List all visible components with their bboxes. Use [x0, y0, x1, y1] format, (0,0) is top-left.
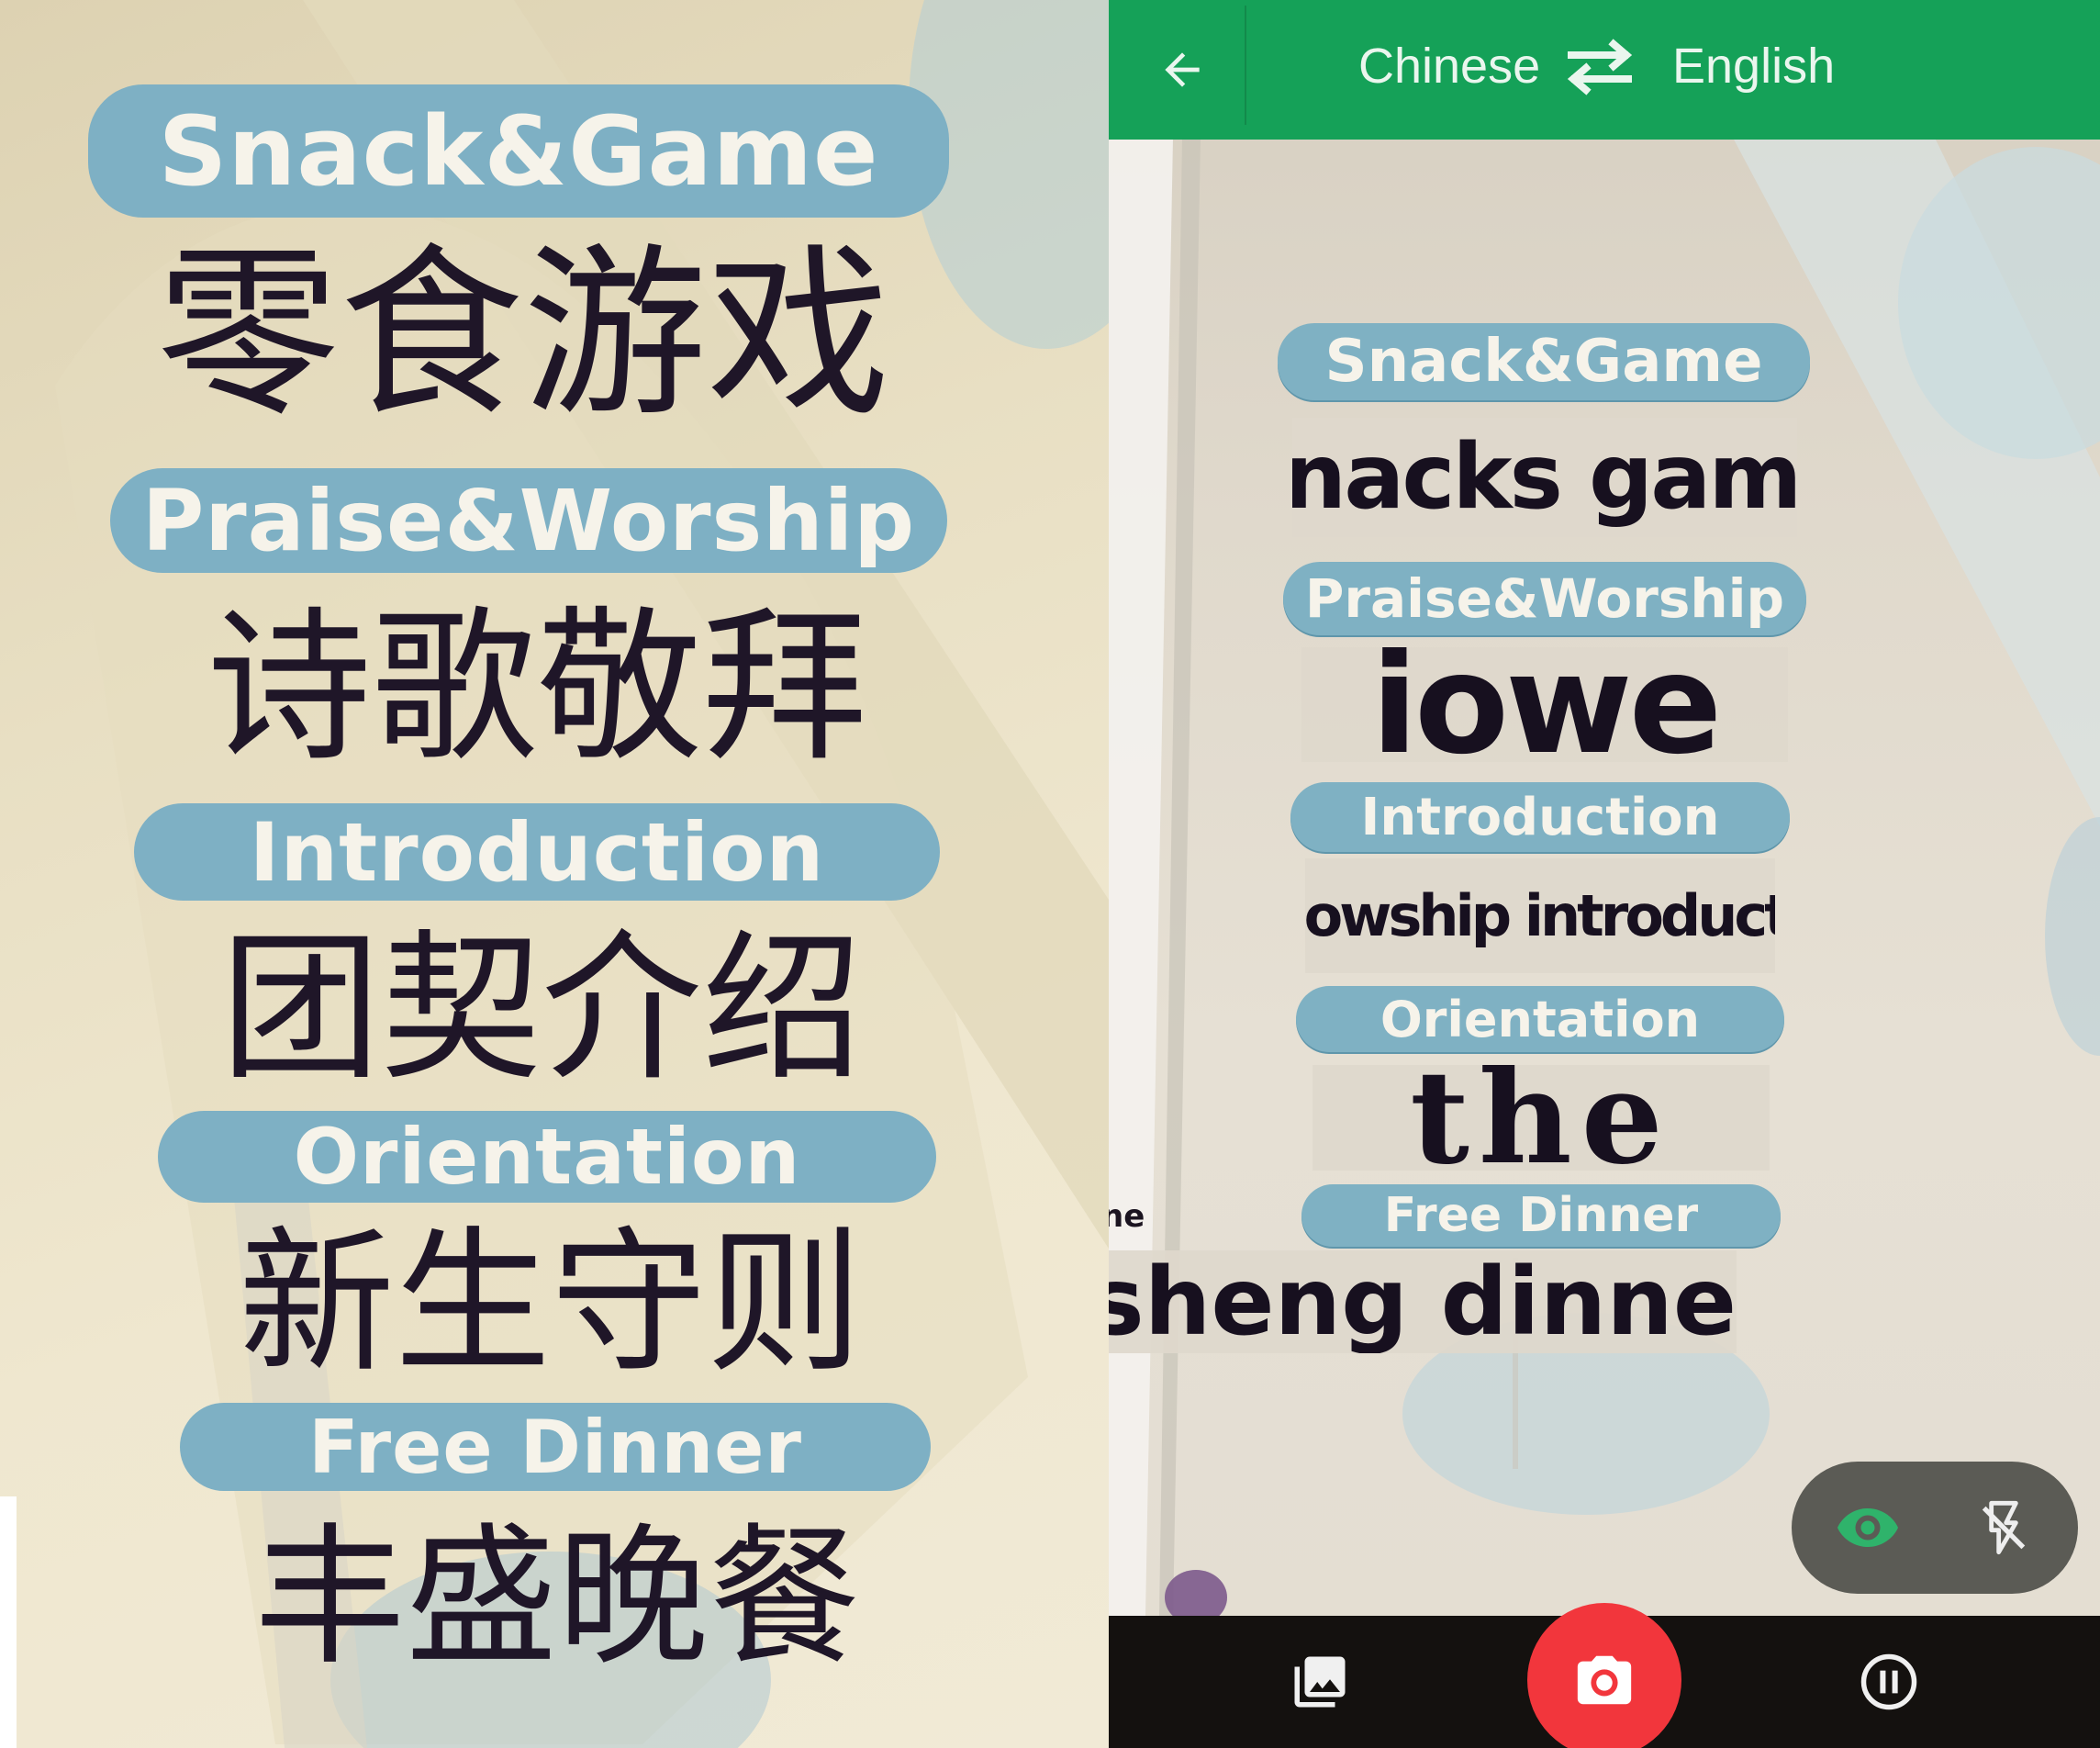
app-bar-divider: [1245, 6, 1246, 125]
overlay-controls: [1792, 1462, 2078, 1594]
overlay-label-introduction: Introduction: [1290, 782, 1790, 852]
overlay-translation-praise-worship: iowe: [1301, 647, 1788, 762]
translate-camera-screen: Chinese English Snack&Game snacks game P…: [1109, 0, 2100, 1748]
poster-photo: Snack&Game 零食游戏 Praise&Worship 诗歌敬拜 Intr…: [0, 0, 1109, 1748]
app-bar: Chinese English: [1109, 0, 2100, 140]
source-language-button[interactable]: Chinese: [1358, 35, 1540, 97]
poster-chinese-praise-worship: 诗歌敬拜: [206, 592, 867, 784]
target-language-button[interactable]: English: [1672, 35, 1835, 97]
poster-chinese-free-dinner: 丰盛晚餐: [254, 1509, 860, 1686]
gallery-icon[interactable]: [1278, 1640, 1362, 1724]
poster-label-praise-worship: Praise&Worship: [110, 468, 947, 573]
overlay-translation-introduction: Fellowship introduction: [1305, 858, 1775, 973]
poster-label-free-dinner: Free Dinner: [180, 1403, 931, 1491]
photo-edge: [0, 1496, 17, 1748]
overlay-label-orientation: Orientation: [1296, 986, 1784, 1052]
overlay-translation-snack-game: snacks game: [1292, 418, 1797, 537]
poster-label-orientation: Orientation: [158, 1111, 936, 1203]
camera-icon: [1577, 1655, 1632, 1705]
stray-overlay-text: ne: [1109, 1198, 1145, 1235]
overlay-label-praise-worship: Praise&Worship: [1283, 562, 1806, 635]
flash-off-icon[interactable]: [1962, 1491, 2045, 1564]
swap-languages-icon[interactable]: [1560, 33, 1639, 101]
poster-chinese-introduction: 团契介绍: [220, 916, 863, 1103]
poster-chinese-snack-game: 零食游戏: [155, 228, 890, 442]
poster-chinese-orientation: 新生守则: [238, 1213, 863, 1395]
overlay-translation-free-dinner: sheng dinner: [1109, 1250, 1737, 1353]
capture-button[interactable]: [1527, 1603, 1681, 1748]
overlay-label-free-dinner: Free Dinner: [1301, 1184, 1781, 1247]
overlay-translation-orientation: the: [1312, 1065, 1770, 1171]
pause-icon[interactable]: [1847, 1640, 1931, 1724]
poster-label-snack-game: Snack&Game: [88, 84, 949, 218]
overlay-label-snack-game: Snack&Game: [1278, 323, 1810, 400]
back-arrow-icon[interactable]: [1145, 33, 1219, 106]
eye-icon[interactable]: [1826, 1491, 1909, 1564]
poster-label-introduction: Introduction: [134, 803, 940, 901]
